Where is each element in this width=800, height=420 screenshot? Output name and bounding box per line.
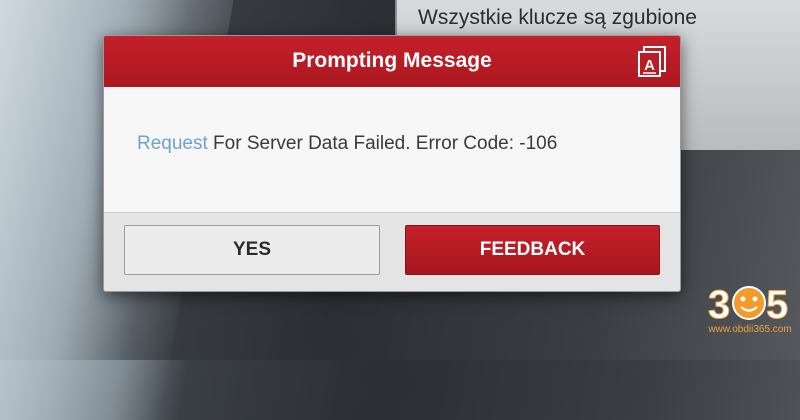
dialog-footer: YES FEEDBACK	[104, 212, 680, 291]
svg-text:3: 3	[708, 283, 730, 327]
svg-text:5: 5	[766, 283, 788, 327]
watermark-url: www.obdii365.com	[708, 324, 792, 335]
font-size-icon[interactable]: A	[635, 45, 669, 77]
dialog-body: Request For Server Data Failed. Error Co…	[104, 87, 680, 212]
yes-button[interactable]: YES	[124, 225, 380, 275]
error-message: Request For Server Data Failed. Error Co…	[137, 133, 557, 155]
dialog-header: Prompting Message A	[104, 36, 680, 87]
message-text: For Server Data Failed. Error Code: -106	[207, 133, 558, 154]
message-highlight: Request	[137, 133, 208, 154]
feedback-button[interactable]: FEEDBACK	[405, 225, 660, 275]
prompt-dialog: Prompting Message A Request For Server D…	[103, 35, 681, 292]
background-screen-text: Wszystkie klucze są zgubione	[418, 6, 697, 29]
svg-text:A: A	[644, 57, 655, 74]
dialog-title: Prompting Message	[292, 49, 492, 72]
